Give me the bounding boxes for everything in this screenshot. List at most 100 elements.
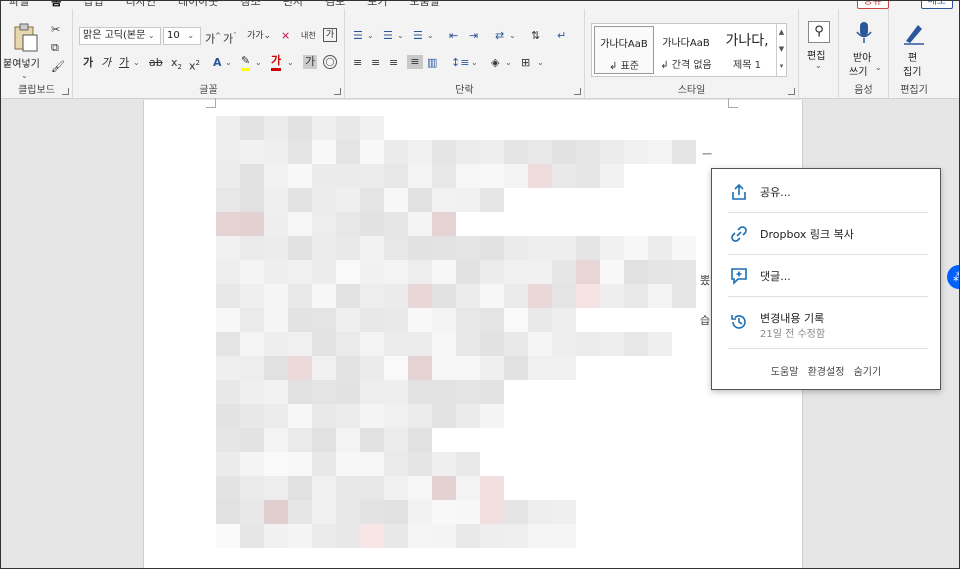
line-spacing-icon[interactable]: ↕≡ [451,56,469,70]
bullets-icon[interactable]: ☰ [353,29,363,43]
clear-formatting-icon[interactable]: ⨯ [281,29,290,43]
blur-cell [552,308,576,332]
tab-references[interactable]: 참조 [240,1,260,9]
share-button[interactable]: 공유 [856,1,889,9]
blur-cell [336,236,360,260]
popup-hide-link[interactable]: 숨기기 [854,367,882,378]
gallery-down-icon[interactable]: ▼ [777,41,786,58]
popup-history-item[interactable]: 변경내용 기록 21일 전 수정함 [728,297,928,349]
decrease-indent-icon[interactable]: ⇤ [449,29,458,43]
clipboard-launcher-icon[interactable] [62,88,69,95]
popup-share-item[interactable]: 공유... [728,171,928,213]
tab-file[interactable]: 파일 [9,1,29,9]
multilevel-dropdown-icon[interactable]: ⌄ [427,29,434,43]
tab-insert[interactable]: 삽입 [83,1,103,9]
enclose-char-icon[interactable]: 가 [323,28,337,42]
popup-settings-link[interactable]: 환경설정 [808,367,845,378]
tab-mailings[interactable]: 편지 [283,1,303,9]
phonetic-guide-icon[interactable]: 내천 [301,29,316,43]
blur-cell [360,188,384,212]
paste-button[interactable]: 붙여넣기 ⌄ [3,21,47,83]
copy-icon[interactable]: ⧉ [51,41,59,55]
styles-launcher-icon[interactable] [788,88,795,95]
format-painter-icon[interactable]: 🖌 [51,60,65,74]
char-shading-icon[interactable]: 가 [303,55,317,69]
subscript-icon[interactable]: x2 [171,56,182,74]
bold-icon[interactable]: 가 [83,56,93,70]
borders-icon[interactable]: ⊞ [521,56,530,70]
enclosed-char-icon[interactable]: ◯ [323,55,337,69]
align-center-icon[interactable]: ≡ [371,56,380,70]
blur-cell [504,356,528,380]
paste-dropdown-icon[interactable]: ⌄ [21,71,28,80]
editor-button[interactable]: 편 집기 [895,21,933,81]
gallery-more-icon[interactable]: ▾ [777,58,786,75]
blur-cell [528,524,552,548]
grow-font-icon[interactable]: 가^ [205,29,221,47]
blur-cell [600,284,624,308]
blur-cell [216,140,240,164]
asian-layout-icon[interactable]: ⇄ [495,29,504,43]
cut-icon[interactable]: ✂ [51,23,60,37]
blur-cell [312,140,336,164]
popup-item-label: Dropbox 링크 복사 [760,228,854,241]
tab-help[interactable]: 도움말 [409,1,439,9]
font-launcher-icon[interactable] [334,88,341,95]
change-case-icon[interactable]: 가가⌄ [247,29,271,43]
line-spacing-dropdown-icon[interactable]: ⌄ [471,56,478,70]
dictate-label-2: 쓰기 [849,67,868,78]
underline-dropdown-icon[interactable]: ⌄ [133,56,140,70]
highlight-dropdown-icon[interactable]: ⌄ [255,56,262,70]
shading-dropdown-icon[interactable]: ⌄ [505,56,512,70]
align-left-icon[interactable]: ≡ [353,56,362,70]
increase-indent-icon[interactable]: ⇥ [469,29,478,43]
font-size-select[interactable]: 10 ⌄ [163,27,201,45]
show-marks-icon[interactable]: ↵ [557,29,566,43]
dropbox-badge-button[interactable]: ⁂ [947,265,959,289]
shrink-font-icon[interactable]: 가ˇ [223,29,237,47]
memo-button[interactable]: 메모 [920,1,953,9]
tab-review[interactable]: 검토 [325,1,345,9]
borders-dropdown-icon[interactable]: ⌄ [537,56,544,70]
shading-icon[interactable]: ◈ [491,56,499,70]
popup-help-link[interactable]: 도움말 [771,367,799,378]
blur-cell [216,428,240,452]
style-normal[interactable]: 가나다AaB ↲ 표준 [594,26,654,74]
align-right-icon[interactable]: ≡ [389,56,398,70]
text-effects-icon[interactable]: A [213,56,222,70]
numbering-dropdown-icon[interactable]: ⌄ [397,29,404,43]
style-heading-1[interactable]: 가나다, 제목 1 [718,26,776,74]
superscript-icon[interactable]: x2 [189,56,200,74]
tab-view[interactable]: 보기 [367,1,387,9]
editing-button[interactable]: ⚲ 편집 ⌄ [803,21,835,81]
distributed-icon[interactable]: ▥ [427,56,437,70]
numbering-icon[interactable]: ☰ [383,29,393,43]
paragraph-launcher-icon[interactable] [574,88,581,95]
justify-icon[interactable]: ≡ [407,55,423,69]
document-page[interactable]: 뽔 습 ㅡ [143,98,803,568]
font-name-select[interactable]: 맑은 고딕(본문 ⌄ [79,27,161,45]
popup-copy-link-item[interactable]: Dropbox 링크 복사 [728,213,928,255]
multilevel-list-icon[interactable]: ☰ [413,29,423,43]
tab-home[interactable]: 홈 [51,1,61,9]
underline-icon[interactable]: 가 [119,56,129,70]
blur-cell [216,404,240,428]
strikethrough-icon[interactable]: ab [149,56,163,70]
tab-layout[interactable]: 레이아웃 [178,1,218,9]
gallery-up-icon[interactable]: ▲ [777,24,786,41]
style-no-spacing[interactable]: 가나다AaB ↲ 간격 없음 [656,26,716,74]
sort-icon[interactable]: ⇅ [531,29,540,43]
asian-layout-dropdown-icon[interactable]: ⌄ [509,29,516,43]
bullets-dropdown-icon[interactable]: ⌄ [367,29,374,43]
styles-gallery-scroll[interactable]: ▲ ▼ ▾ [776,24,786,76]
text-effects-dropdown-icon[interactable]: ⌄ [225,56,232,70]
highlight-icon[interactable]: ✎ [241,54,251,71]
blur-cell [312,236,336,260]
font-color-icon[interactable]: 가 [271,54,282,71]
dictate-button[interactable]: 받아 쓰기 ⌄ [845,21,883,81]
tab-design[interactable]: 디자인 [126,1,156,9]
font-color-dropdown-icon[interactable]: ⌄ [287,56,294,70]
blur-cell [312,404,336,428]
italic-icon[interactable]: 가 [101,56,111,70]
popup-comment-item[interactable]: 댓글... [728,255,928,297]
